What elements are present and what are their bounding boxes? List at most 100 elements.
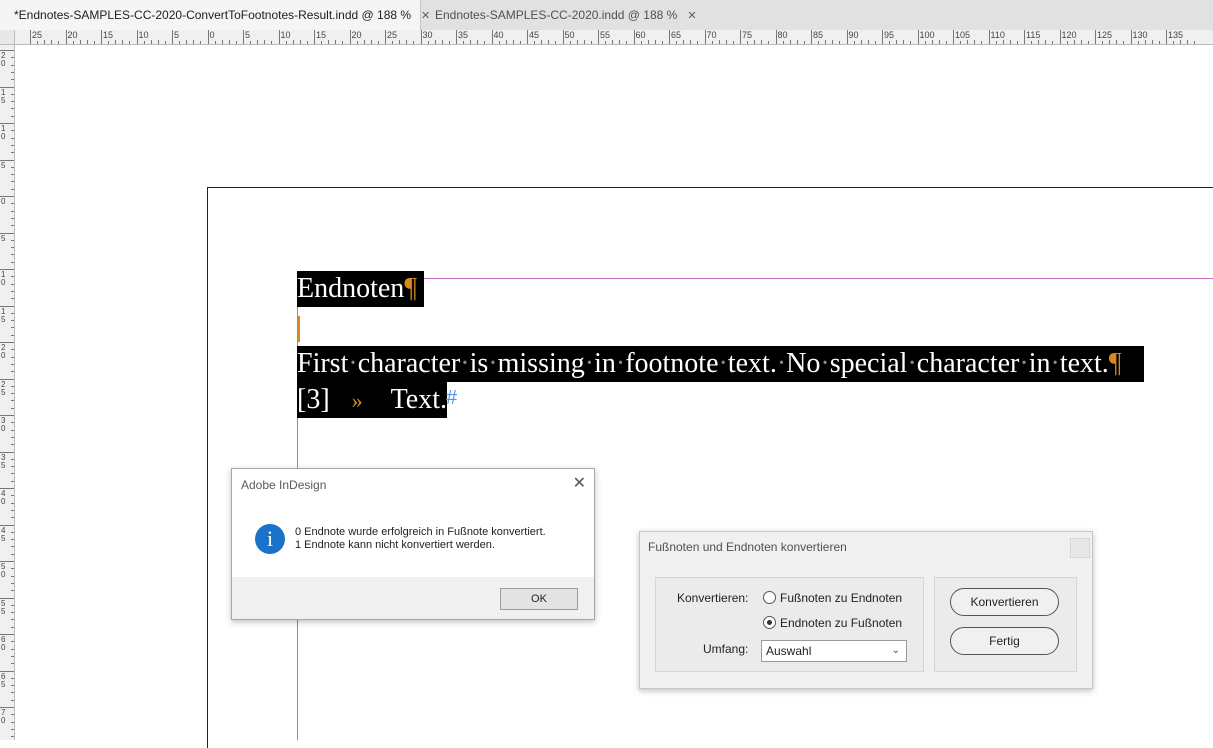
ruler-label: 110 bbox=[990, 30, 1005, 40]
ruler-origin[interactable] bbox=[0, 30, 15, 45]
ruler-minor-tick bbox=[328, 40, 330, 44]
empty-paragraph[interactable] bbox=[297, 310, 305, 346]
ruler-minor-tick bbox=[143, 41, 145, 44]
ruler-minor-tick bbox=[335, 40, 337, 44]
ruler-minor-tick bbox=[11, 130, 14, 132]
ruler-major-tick bbox=[456, 30, 457, 44]
ruler-major-tick bbox=[669, 30, 670, 44]
ruler-minor-tick bbox=[583, 40, 585, 44]
ruler-minor-tick bbox=[11, 721, 14, 723]
ruler-minor-tick bbox=[11, 181, 14, 183]
ruler-minor-tick bbox=[434, 40, 436, 44]
ruler-minor-tick bbox=[11, 203, 14, 205]
ruler-minor-tick bbox=[1038, 40, 1040, 44]
ruler-label: 95 bbox=[884, 30, 895, 40]
endnote-line[interactable]: [3] » Text. bbox=[297, 382, 447, 418]
ruler-minor-tick bbox=[1180, 40, 1182, 44]
ruler-minor-tick bbox=[11, 79, 14, 81]
ruler-major-tick bbox=[101, 30, 102, 44]
scope-value: Auswahl bbox=[766, 644, 812, 658]
alert-message: 0 Endnote wurde erfolgreich in Fußnote k… bbox=[295, 526, 546, 552]
tab-close-icon[interactable]: ✕ bbox=[687, 9, 696, 22]
ruler-label: 10 bbox=[138, 30, 149, 40]
ruler-minor-tick bbox=[11, 407, 14, 409]
scope-select[interactable]: Auswahl ⌄ bbox=[761, 640, 907, 662]
ruler-minor-tick bbox=[11, 144, 14, 146]
ruler-minor-tick bbox=[37, 41, 39, 44]
ruler-minor-tick bbox=[1109, 40, 1111, 44]
word: No bbox=[786, 348, 821, 379]
ruler-minor-tick bbox=[58, 41, 60, 44]
convert-button[interactable]: Konvertieren bbox=[950, 588, 1059, 616]
ruler-minor-tick bbox=[413, 41, 415, 44]
ruler-minor-tick bbox=[11, 239, 14, 241]
ruler-minor-tick bbox=[11, 641, 14, 643]
ruler-minor-tick bbox=[903, 40, 905, 44]
done-button[interactable]: Fertig bbox=[950, 627, 1059, 655]
ruler-major-tick bbox=[314, 30, 315, 44]
horizontal-ruler[interactable]: 25 20 15 10 5 0 5 10 15 20 25 30 35 40 45 50 55 60 65 70 75 8… bbox=[14, 30, 1213, 45]
word: footnote bbox=[625, 348, 719, 379]
vertical-ruler[interactable]: 2 0 1 5 1 0 5 0 5 1 0 1 5 2 0 2 5 3 0 3 5 4 0 4 5 5 0 5… bbox=[0, 30, 15, 740]
ruler-minor-tick bbox=[264, 40, 266, 44]
ruler-minor-tick bbox=[11, 166, 14, 168]
radio-endnotes-to-footnotes[interactable] bbox=[763, 616, 776, 629]
ruler-minor-tick bbox=[732, 41, 734, 44]
ruler-label: 105 bbox=[955, 30, 971, 40]
ruler-label: 5 5 bbox=[1, 598, 6, 616]
ruler-minor-tick bbox=[11, 466, 14, 468]
radio-label-endnotes-to-footnotes[interactable]: Endnoten zu Fußnoten bbox=[780, 616, 902, 630]
close-icon[interactable]: ✕ bbox=[573, 473, 586, 493]
ruler-major-tick bbox=[420, 30, 422, 44]
ruler-major-tick bbox=[1166, 30, 1167, 44]
word: First bbox=[297, 348, 349, 379]
close-icon[interactable] bbox=[1070, 538, 1090, 558]
ruler-minor-tick bbox=[11, 276, 14, 278]
radio-footnotes-to-endnotes[interactable] bbox=[763, 591, 776, 604]
ruler-major-tick bbox=[136, 30, 138, 44]
ruler-minor-tick bbox=[11, 655, 14, 657]
ruler-minor-tick bbox=[754, 40, 756, 44]
radio-label-footnotes-to-endnotes[interactable]: Fußnoten zu Endnoten bbox=[780, 591, 902, 605]
ruler-minor-tick bbox=[11, 728, 14, 730]
ok-button[interactable]: OK bbox=[500, 588, 578, 610]
ruler-label: 130 bbox=[1132, 30, 1148, 40]
footnote-text-line[interactable]: First·character·is·missing·in·footnote·t… bbox=[297, 346, 1144, 382]
ruler-major-tick bbox=[811, 30, 812, 44]
ruler-minor-tick bbox=[193, 40, 195, 44]
ruler-minor-tick bbox=[938, 40, 940, 44]
ruler-minor-tick bbox=[11, 677, 14, 679]
ruler-minor-tick bbox=[11, 714, 14, 716]
ruler-minor-tick bbox=[576, 40, 578, 44]
space-mark: · bbox=[907, 348, 917, 379]
ruler-minor-tick bbox=[321, 41, 323, 44]
ruler-minor-tick bbox=[11, 458, 14, 460]
options-group: Konvertieren: Fußnoten zu Endnoten Endno… bbox=[655, 577, 924, 672]
ruler-minor-tick bbox=[839, 41, 841, 44]
tab-source-document[interactable]: Endnotes-SAMPLES-CC-2020.indd @ 188 % ✕ bbox=[421, 0, 697, 30]
ruler-minor-tick bbox=[1194, 41, 1196, 44]
ruler-minor-tick bbox=[11, 575, 14, 577]
space-mark: · bbox=[718, 348, 728, 379]
ruler-minor-tick bbox=[250, 41, 252, 44]
ruler-minor-tick bbox=[11, 429, 14, 431]
ruler-major-tick bbox=[527, 30, 528, 44]
tab-result-document[interactable]: *Endnotes-SAMPLES-CC-2020-ConvertToFootn… bbox=[0, 0, 430, 30]
ruler-minor-tick bbox=[11, 502, 14, 504]
ruler-major-tick bbox=[988, 30, 990, 44]
ruler-label: 3 5 bbox=[1, 452, 6, 470]
ruler-minor-tick bbox=[299, 40, 301, 44]
word: text. bbox=[727, 348, 777, 379]
ruler-minor-tick bbox=[11, 137, 14, 139]
ruler-minor-tick bbox=[690, 40, 692, 44]
heading-line[interactable]: Endnoten¶ bbox=[297, 271, 424, 307]
ruler-major-tick bbox=[491, 30, 493, 44]
ruler-minor-tick bbox=[1144, 40, 1146, 44]
ruler-minor-tick bbox=[761, 40, 763, 44]
ruler-minor-tick bbox=[498, 41, 500, 44]
ruler-label: 7 0 bbox=[1, 708, 6, 725]
ruler-minor-tick bbox=[44, 40, 46, 44]
ruler-minor-tick bbox=[505, 40, 507, 44]
ruler-minor-tick bbox=[1016, 41, 1018, 44]
ruler-minor-tick bbox=[11, 283, 14, 285]
